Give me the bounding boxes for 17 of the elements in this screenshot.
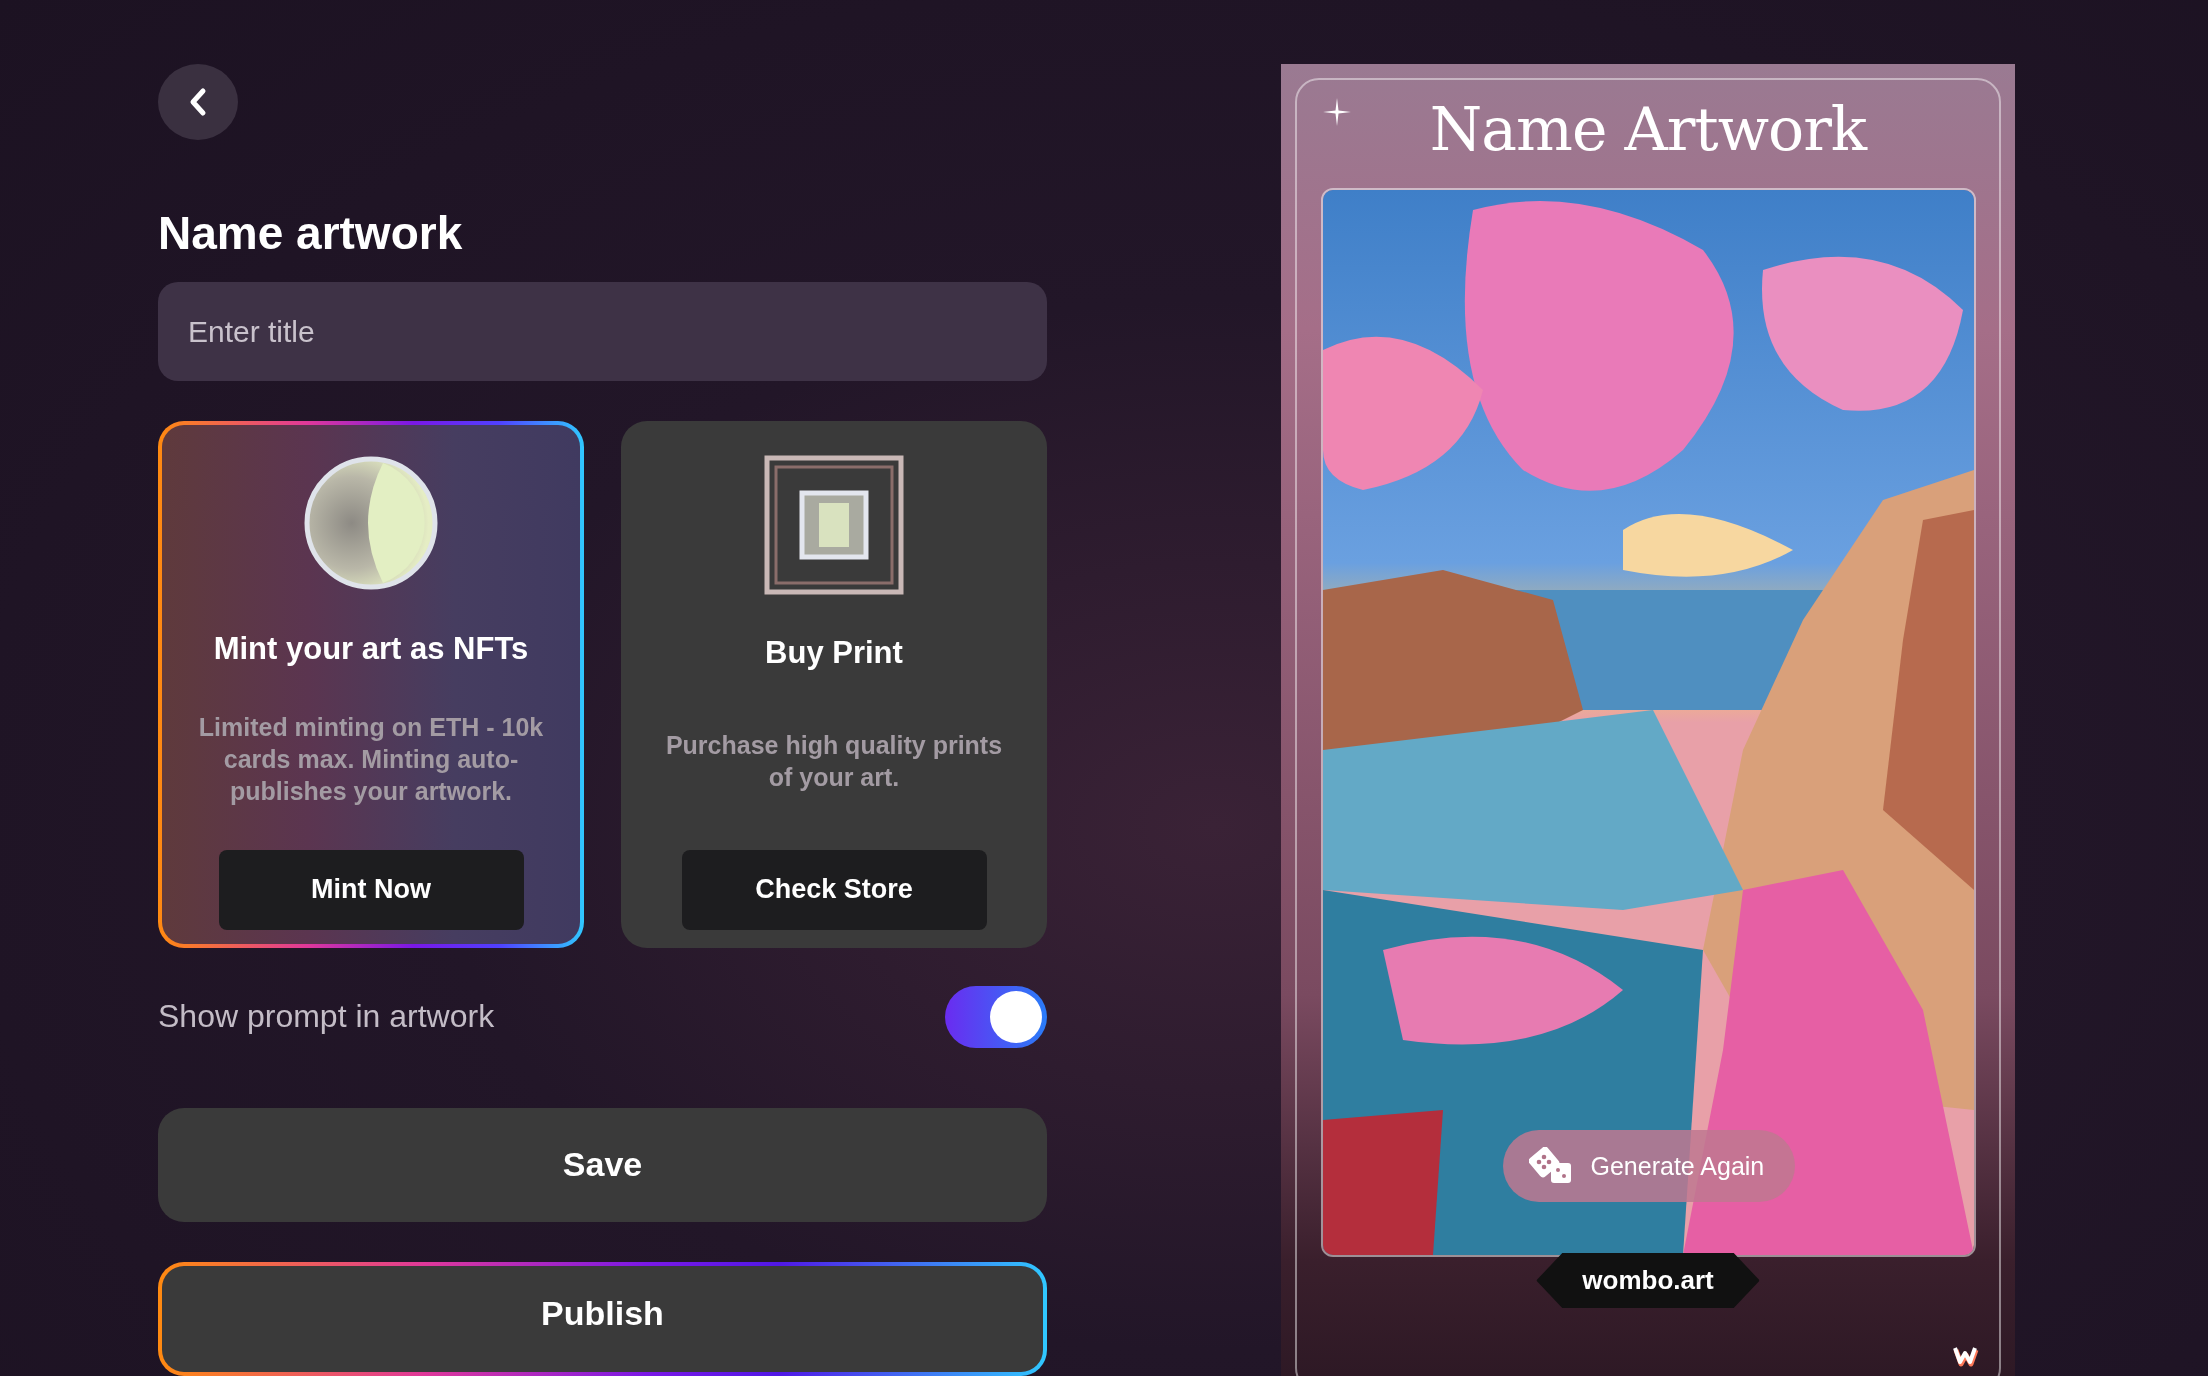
save-button[interactable]: Save	[158, 1108, 1047, 1222]
option-title: Mint your art as NFTs	[213, 631, 529, 667]
option-button[interactable]: Check Store	[681, 850, 987, 930]
option-card[interactable]: Buy Print Purchase high quality prints of your art. Check Store	[621, 421, 1047, 948]
logo-icon	[1953, 1346, 1979, 1368]
option-button[interactable]: Mint Now	[218, 850, 524, 930]
option-description: Purchase high quality prints of your art.	[664, 729, 1004, 793]
generate-again-button[interactable]: Generate Again	[1502, 1130, 1795, 1202]
option-title: Buy Print	[765, 635, 903, 671]
title-field[interactable]: Enter title	[158, 282, 1047, 381]
page-heading: Name artwork	[158, 206, 464, 261]
card-title: Name Artwork	[1429, 94, 1867, 166]
watermark-label: wombo.art	[1536, 1253, 1760, 1308]
toggle-label: Show prompt in artwork	[158, 998, 495, 1036]
option-description: Limited minting on ETH - 10k cards max. Minting auto-publishes your artwork.	[197, 711, 545, 807]
frame-icon	[764, 455, 904, 595]
coin-icon	[303, 455, 439, 591]
